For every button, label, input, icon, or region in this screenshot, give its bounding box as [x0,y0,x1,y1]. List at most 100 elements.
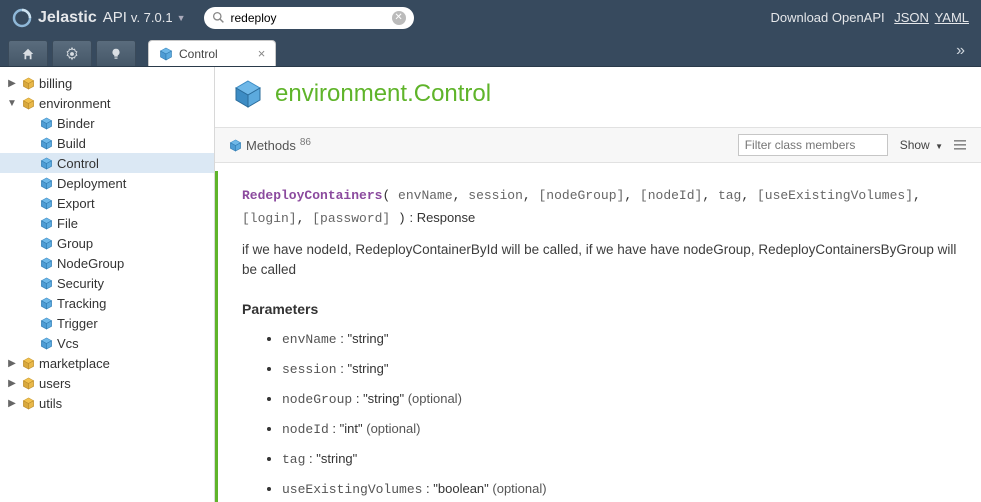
search-input[interactable] [231,11,386,25]
package-icon [22,377,35,390]
page-title: environment.Control [275,80,491,108]
sidebar-class-group[interactable]: Group [0,233,214,253]
search-icon [212,11,225,24]
class-cube-icon [233,79,263,109]
download-json-link[interactable]: JSON [894,10,929,25]
sig-param: tag [718,188,741,203]
tree-toggle-icon[interactable]: ▶ [6,398,18,409]
sig-param: [password] [312,211,390,226]
clear-search-button[interactable]: ✕ [392,11,406,25]
hint-button[interactable] [96,40,136,66]
sidebar-class-control[interactable]: Control [0,153,214,173]
method-name-link[interactable]: RedeployContainers [242,188,382,203]
show-label: Show [900,138,930,152]
sidebar-class-export[interactable]: Export [0,193,214,213]
param-type: "string" [363,391,404,406]
method-signature: RedeployContainers( envName, session, [n… [242,185,957,230]
sidebar-class-binder[interactable]: Binder [0,113,214,133]
tree-item-label: users [39,376,71,391]
param-item: nodeId : "int" (optional) [282,421,957,437]
tree-item-label: Trigger [57,316,98,331]
method-redeploy-containers: RedeployContainers( envName, session, [n… [215,171,981,502]
methods-label: Methods [246,138,296,153]
tree-item-label: Export [57,196,95,211]
sidebar-package-marketplace[interactable]: ▶ marketplace [0,353,214,373]
tree-item-label: Group [57,236,93,251]
sidebar-class-tracking[interactable]: Tracking [0,293,214,313]
tree-item-label: Control [57,156,99,171]
sig-param: [nodeId] [640,188,702,203]
param-name: nodeId [282,422,329,437]
home-button[interactable] [8,40,48,66]
sidebar-package-users[interactable]: ▶ users [0,373,214,393]
class-icon [40,217,53,230]
sidebar-class-trigger[interactable]: Trigger [0,313,214,333]
tab-control[interactable]: Control × [148,40,276,66]
sidebar-class-vcs[interactable]: Vcs [0,333,214,353]
methods-toolbar: Methods 86 Show ▼ [215,127,981,163]
filter-members-input[interactable] [738,134,888,156]
package-icon [22,97,35,110]
class-icon [40,137,53,150]
tree-item-label: billing [39,76,72,91]
sidebar-class-build[interactable]: Build [0,133,214,153]
list-view-toggle[interactable] [953,138,967,152]
expand-tabs-button[interactable]: » [948,42,973,66]
tree-toggle-icon[interactable]: ▶ [6,378,18,389]
param-optional-label: (optional) [363,421,421,436]
class-icon [40,277,53,290]
chevron-down-icon: ▼ [177,13,186,23]
close-tab-button[interactable]: × [258,46,266,61]
sig-param: [nodeGroup] [538,188,624,203]
show-dropdown[interactable]: Show ▼ [900,138,943,152]
tree-item-label: environment [39,96,111,111]
class-icon [40,237,53,250]
param-type: "string" [347,361,388,376]
brand-name: Jelastic [38,9,97,27]
tab-label: Control [179,47,218,61]
sidebar-class-file[interactable]: File [0,213,214,233]
sidebar-package-billing[interactable]: ▶ billing [0,73,214,93]
content-area: environment.Control Methods 86 Show ▼ Re… [215,67,981,502]
param-name: session [282,362,337,377]
parameters-heading: Parameters [242,301,957,317]
version-dropdown[interactable]: v. 7.0.1 ▼ [131,10,186,25]
tree-toggle-icon[interactable]: ▼ [6,98,18,109]
top-bar: Jelastic API v. 7.0.1 ▼ ✕ Download OpenA… [0,0,981,35]
class-icon [40,297,53,310]
tree-item-label: utils [39,396,62,411]
param-name: useExistingVolumes [282,482,422,497]
tree-item-label: Tracking [57,296,106,311]
sidebar-tree[interactable]: ▶ billing ▼ environment BinderBuild Control De… [0,67,215,502]
param-item: session : "string" [282,361,957,377]
sidebar-class-nodegroup[interactable]: NodeGroup [0,253,214,273]
settings-button[interactable] [52,40,92,66]
sidebar-class-deployment[interactable]: Deployment [0,173,214,193]
tree-toggle-icon[interactable]: ▶ [6,78,18,89]
tab-strip: Control × » [0,35,981,67]
sidebar-class-security[interactable]: Security [0,273,214,293]
methods-count: 86 [300,137,311,148]
tree-item-label: marketplace [39,356,110,371]
class-icon [40,157,53,170]
sidebar-package-environment[interactable]: ▼ environment [0,93,214,113]
param-type: "string" [316,451,357,466]
download-links: Download OpenAPI JSON YAML [770,10,969,25]
sidebar-package-utils[interactable]: ▶ utils [0,393,214,413]
param-type: "int" [340,421,363,436]
package-icon [22,397,35,410]
search-box[interactable]: ✕ [204,7,414,29]
version-label: v. 7.0.1 [131,10,173,25]
download-yaml-link[interactable]: YAML [935,10,969,25]
tree-toggle-icon[interactable]: ▶ [6,358,18,369]
param-name: tag [282,452,305,467]
sig-param: session [468,188,523,203]
sig-param: envName [398,188,453,203]
class-icon [159,47,173,61]
package-icon [22,77,35,90]
class-icon [40,117,53,130]
class-icon [40,337,53,350]
param-optional-label: (optional) [489,481,547,496]
page-header: environment.Control [215,67,981,127]
param-item: envName : "string" [282,331,957,347]
